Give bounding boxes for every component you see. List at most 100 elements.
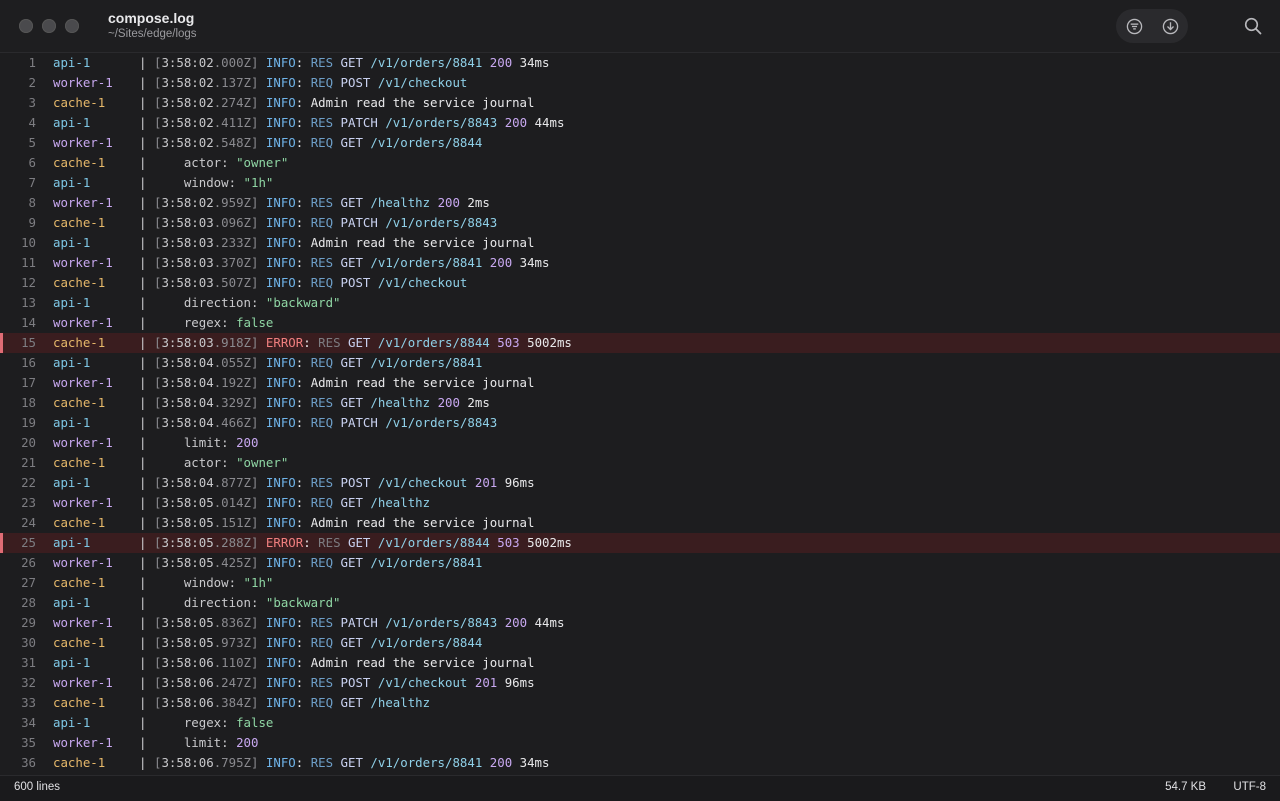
log-row[interactable]: 19 api-1 | [3:58:04.466Z] INFO: REQ PATCH /… [0,413,1280,433]
log-row[interactable]: 26 worker-1 | [3:58:05.425Z] INFO: REQ GET … [0,553,1280,573]
log-row[interactable]: 31 api-1 | [3:58:06.110Z] INFO: Admin read … [0,653,1280,673]
bracket: ] [251,615,266,630]
minimize-window-button[interactable] [42,19,56,33]
log-row[interactable]: 21 cache-1 | actor: "owner" [0,453,1280,473]
service-name: cache-1 [53,575,106,590]
timestamp: 3:58:03 [161,215,214,230]
http-method: GET [348,335,371,350]
request-path: /v1/orders/8841 [370,55,483,70]
line-number: 25 [21,535,36,550]
request-path: /healthz [370,195,431,210]
log-row[interactable]: 10 api-1 | [3:58:03.233Z] INFO: Admin read … [0,233,1280,253]
log-row[interactable]: 20 worker-1 | limit: 200 [0,433,1280,453]
field-colon: : [221,735,237,750]
log-row[interactable]: 36 cache-1 | [3:58:06.795Z] INFO: RES GET /… [0,753,1280,773]
log-row[interactable]: 35 worker-1 | limit: 200 [0,733,1280,753]
log-row[interactable]: 24 cache-1 | [3:58:05.151Z] INFO: Admin rea… [0,513,1280,533]
log-row[interactable]: 14 worker-1 | regex: false [0,313,1280,333]
log-view[interactable]: 1 api-1 | [3:58:02.000Z] INFO: RES GET /v1/… [0,53,1280,775]
log-row[interactable]: 30 cache-1 | [3:58:05.973Z] INFO: REQ GET /… [0,633,1280,653]
timestamp: 3:58:06 [161,675,214,690]
timestamp: 3:58:04 [161,375,214,390]
request-path: /v1/checkout [377,675,468,690]
log-level: INFO [265,755,296,770]
log-message: [3:58:03.918Z] ERROR: RES GET /v1/orders… [154,333,572,353]
log-row[interactable]: 28 api-1 | direction: "backward" [0,593,1280,613]
search-icon[interactable] [1244,17,1262,35]
log-message: [3:58:02.959Z] INFO: RES GET /healthz 20… [154,193,490,213]
log-message: [3:58:02.137Z] INFO: REQ POST /v1/checko… [154,73,467,93]
timestamp-ms: .274Z [213,95,251,110]
log-row[interactable]: 4 api-1 | [3:58:02.411Z] INFO: RES PATCH /v… [0,113,1280,133]
log-message: limit: 200 [154,433,259,453]
bracket: ] [251,475,266,490]
download-icon[interactable] [1161,17,1179,35]
log-row[interactable]: 16 api-1 | [3:58:04.055Z] INFO: REQ GET /v1… [0,353,1280,373]
log-row[interactable]: 12 cache-1 | [3:58:03.507Z] INFO: REQ POST … [0,273,1280,293]
duration: 34ms [519,55,550,70]
log-row[interactable]: 27 cache-1 | window: "1h" [0,573,1280,593]
http-method: GET [340,395,363,410]
timestamp-ms: .288Z [213,535,251,550]
log-row[interactable]: 17 worker-1 | [3:58:04.192Z] INFO: Admin re… [0,373,1280,393]
close-window-button[interactable] [19,19,33,33]
log-row[interactable]: 1 api-1 | [3:58:02.000Z] INFO: RES GET /v1/… [0,53,1280,73]
line-number: 5 [28,135,36,150]
log-row[interactable]: 29 worker-1 | [3:58:05.836Z] INFO: RES PATC… [0,613,1280,633]
duration: 34ms [519,255,550,270]
log-row[interactable]: 8 worker-1 | [3:58:02.959Z] INFO: RES GET /… [0,193,1280,213]
zoom-window-button[interactable] [65,19,79,33]
service-name: worker-1 [53,375,113,390]
direction: RES [310,615,334,630]
colon: : [295,675,311,690]
log-row[interactable]: 5 worker-1 | [3:58:02.548Z] INFO: REQ GET /… [0,133,1280,153]
field-key: regex [183,715,222,730]
field-colon: : [228,575,244,590]
colon: : [295,255,311,270]
log-row[interactable]: 11 worker-1 | [3:58:03.370Z] INFO: RES GET … [0,253,1280,273]
encoding[interactable]: UTF-8 [1233,781,1266,793]
colon: : [295,275,311,290]
direction: RES [310,195,334,210]
line-number: 22 [21,475,36,490]
log-row[interactable]: 9 cache-1 | [3:58:03.096Z] INFO: REQ PATCH … [0,213,1280,233]
log-level: INFO [265,495,296,510]
log-row[interactable]: 22 api-1 | [3:58:04.877Z] INFO: RES POST /v… [0,473,1280,493]
bracket: ] [251,135,266,150]
log-row[interactable]: 7 api-1 | window: "1h" [0,173,1280,193]
log-row[interactable]: 18 cache-1 | [3:58:04.329Z] INFO: RES GET /… [0,393,1280,413]
line-number: 34 [21,715,36,730]
log-level: INFO [265,695,296,710]
field-key [154,735,184,750]
field-key [154,155,184,170]
log-message: [3:58:06.110Z] INFO: Admin read the serv… [154,653,534,673]
http-method: GET [340,135,363,150]
log-row[interactable]: 32 worker-1 | [3:58:06.247Z] INFO: RES POST… [0,673,1280,693]
log-row[interactable]: 2 worker-1 | [3:58:02.137Z] INFO: REQ POST … [0,73,1280,93]
direction: REQ [310,135,334,150]
timestamp: 3:58:05 [161,555,214,570]
log-row[interactable]: 23 worker-1 | [3:58:05.014Z] INFO: REQ GET … [0,493,1280,513]
line-number: 16 [21,355,36,370]
field-key: actor [183,455,222,470]
log-message: [3:58:04.055Z] INFO: REQ GET /v1/orders/… [154,353,482,373]
log-row[interactable]: 3 cache-1 | [3:58:02.274Z] INFO: Admin read… [0,93,1280,113]
filter-icon[interactable] [1125,17,1143,35]
log-row[interactable]: 33 cache-1 | [3:58:06.384Z] INFO: REQ GET /… [0,693,1280,713]
log-level: INFO [265,55,296,70]
log-row[interactable]: 6 cache-1 | actor: "owner" [0,153,1280,173]
log-message: [3:58:04.192Z] INFO: Admin read the serv… [154,373,534,393]
log-row[interactable]: 13 api-1 | direction: "backward" [0,293,1280,313]
duration: 2ms [467,395,490,410]
line-number: 8 [28,195,36,210]
log-row[interactable]: 34 api-1 | regex: false [0,713,1280,733]
log-row-error[interactable]: 25 api-1 | [3:58:05.288Z] ERROR: RES GET /v… [0,533,1280,553]
log-row-error[interactable]: 15 cache-1 | [3:58:03.918Z] ERROR: RES GET … [0,333,1280,353]
separator: | [139,455,147,470]
timestamp-ms: .000Z [213,55,251,70]
